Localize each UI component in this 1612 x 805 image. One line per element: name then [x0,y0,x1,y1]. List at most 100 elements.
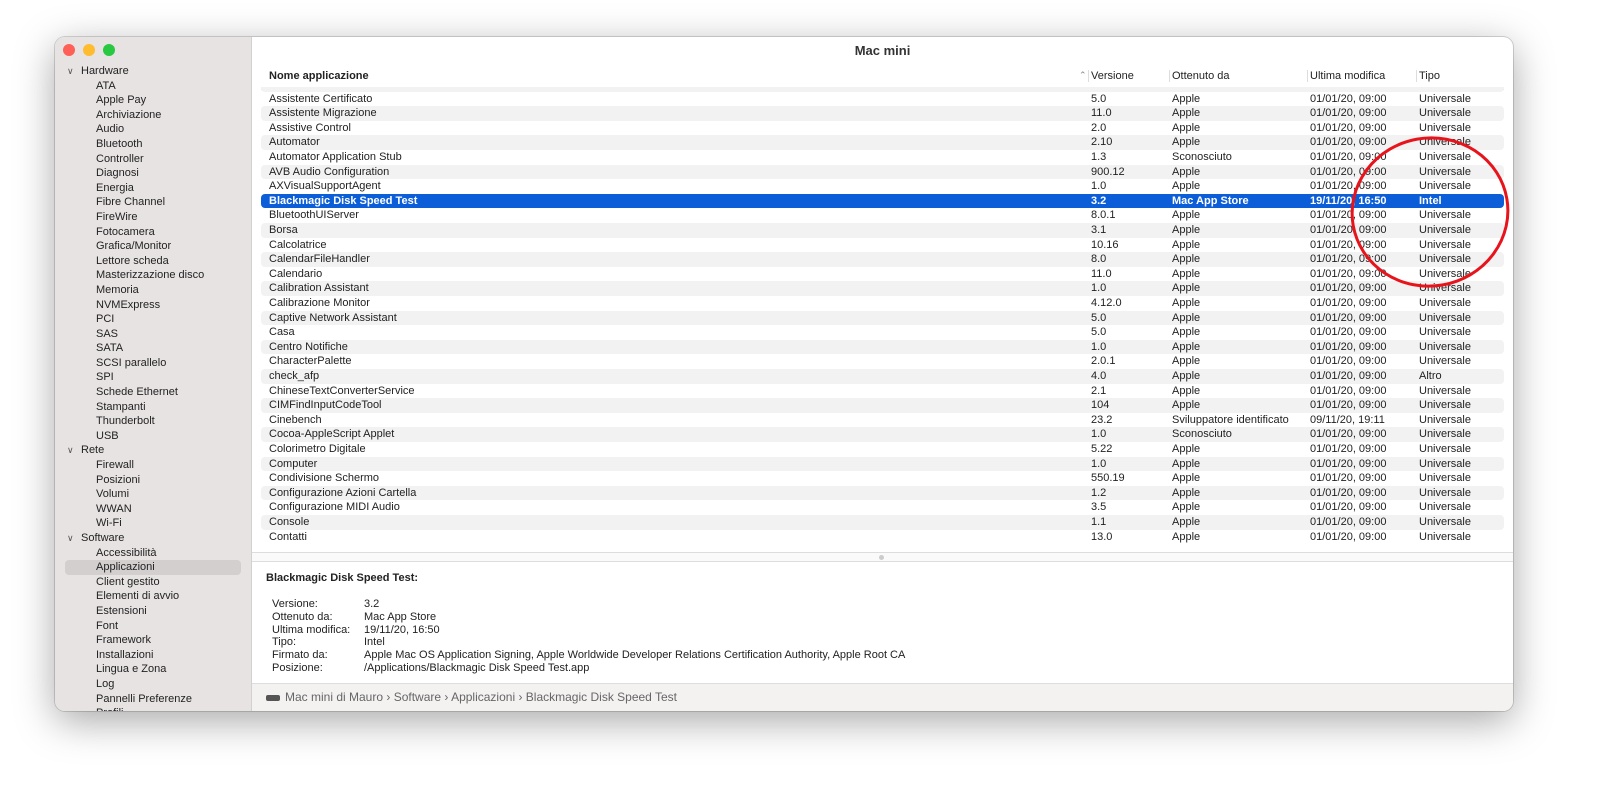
sidebar-item[interactable]: Applicazioni [65,560,241,575]
table-row[interactable]: Calcolatrice 10.16 Apple 01/01/20, 09:00 Uni… [261,238,1504,253]
sidebar-item[interactable]: SCSI parallelo [55,356,251,371]
sidebar-item[interactable]: Masterizzazione disco [55,268,251,283]
table-row[interactable]: Console 1.1 Apple 01/01/20, 09:00 Universale [261,515,1504,530]
sidebar-item[interactable]: Lingua e Zona [55,662,251,677]
sidebar-item[interactable]: Fotocamera [55,225,251,240]
column-header-modified[interactable]: Ultima modifica [1307,70,1385,82]
sidebar-item[interactable]: Elementi di avvio [55,589,251,604]
sidebar-item[interactable]: WWAN [55,502,251,517]
sidebar-item[interactable]: Log [55,677,251,692]
sidebar-item[interactable]: Apple Pay [55,93,251,108]
sidebar-item[interactable]: Firewall [55,458,251,473]
chevron-down-icon[interactable]: ∨ [67,531,81,546]
minimize-button[interactable] [83,44,95,56]
sidebar-item[interactable]: SAS [55,327,251,342]
table-row[interactable]: Calibration Assistant 1.0 Apple 01/01/20, 0… [261,281,1504,296]
sidebar-section-hardware[interactable]: ∨ Hardware [55,64,251,79]
sidebar-item[interactable]: Estensioni [55,604,251,619]
table-row-partial[interactable] [261,544,1504,552]
table-row[interactable]: BluetoothUIServer 8.0.1 Apple 01/01/20, 09:… [261,208,1504,223]
table-row[interactable]: Configurazione MIDI Audio 3.5 Apple 01/01/2… [261,500,1504,515]
table-row[interactable]: Blackmagic Disk Speed Test 3.2 Mac App Sto… [261,193,1504,209]
table-row[interactable]: Contatti 13.0 Apple 01/01/20, 09:00 Universa… [261,530,1504,545]
column-header-source[interactable]: Ottenuto da [1169,70,1230,82]
sidebar-item[interactable]: Schede Ethernet [55,385,251,400]
sidebar-item[interactable]: Font [55,619,251,634]
sidebar-item[interactable]: Installazioni [55,648,251,663]
table-row[interactable]: Assistente Migrazione 11.0 Apple 01/01/20, … [261,106,1504,121]
sidebar-item[interactable]: PCI [55,312,251,327]
table-row[interactable]: Casa 5.0 Apple 01/01/20, 09:00 Universale [261,325,1504,340]
sidebar-item[interactable]: ATA [55,79,251,94]
breadcrumb-item[interactable]: Mac mini di Mauro [285,690,383,704]
sidebar-item[interactable]: Profili [55,706,251,711]
sidebar-item[interactable]: Archiviazione [55,108,251,123]
table-row[interactable]: Automator 2.10 Apple 01/01/20, 09:00 Univers… [261,135,1504,150]
sidebar-item[interactable]: Grafica/Monitor [55,239,251,254]
sidebar-item[interactable]: Accessibilità [55,546,251,561]
sidebar-item[interactable]: Bluetooth [55,137,251,152]
breadcrumb-separator-icon: › [441,690,452,704]
sidebar-item[interactable]: Volumi [55,487,251,502]
sidebar-item[interactable]: Stampanti [55,400,251,415]
sidebar-item[interactable]: Memoria [55,283,251,298]
sidebar-item[interactable]: Fibre Channel [55,195,251,210]
sidebar-item[interactable]: Client gestito [55,575,251,590]
sidebar-section-software[interactable]: ∨ Software [55,531,251,546]
column-header-version[interactable]: Versione [1088,70,1134,82]
table-row[interactable]: Assistente Certificato 5.0 Apple 01/01/20, … [261,92,1504,107]
sidebar-item[interactable]: Pannelli Preferenze [55,692,251,707]
chevron-down-icon[interactable]: ∨ [67,443,81,458]
split-view-divider[interactable] [252,552,1513,562]
close-button[interactable] [63,44,75,56]
sidebar-item[interactable]: USB [55,429,251,444]
table-row[interactable]: Automator Application Stub 1.3 Sconosciuto… [261,150,1504,165]
sidebar-item[interactable]: Controller [55,152,251,167]
table-row[interactable]: Colorimetro Digitale 5.22 Apple 01/01/20, 0… [261,442,1504,457]
table-row[interactable]: Centro Notifiche 1.0 Apple 01/01/20, 09:00 U… [261,339,1504,355]
sidebar-item[interactable]: Wi-Fi [55,516,251,531]
table-row[interactable]: Cocoa-AppleScript Applet 1.0 Sconosciuto 01… [261,427,1504,442]
table-row[interactable]: CIMFindInputCodeTool 104 Apple 01/01/20, 09… [261,398,1504,413]
table-row[interactable]: AVB Audio Configuration 900.12 Apple 01/01/… [261,164,1504,180]
column-header-name[interactable]: Nome applicazione [269,70,369,82]
divider-handle[interactable] [879,555,884,560]
sidebar-item[interactable]: Energia [55,181,251,196]
table-row[interactable]: Configurazione Azioni Cartella 1.2 Apple 01… [261,485,1504,501]
breadcrumb-item[interactable]: Blackmagic Disk Speed Test [526,690,677,704]
table-row[interactable]: AXVisualSupportAgent 1.0 Apple 01/01/20, 09… [261,179,1504,194]
sidebar-item[interactable]: SPI [55,370,251,385]
sidebar-item[interactable]: FireWire [55,210,251,225]
sidebar-item[interactable]: Thunderbolt [55,414,251,429]
table-row[interactable]: Calibrazione Monitor 4.12.0 Apple 01/01/20,… [261,296,1504,311]
sidebar-list[interactable]: ∨ Hardware ATA Apple Pay Archiviazione Audio B… [55,64,251,711]
table-row[interactable]: ChineseTextConverterService 2.1 Apple 01/01… [261,384,1504,399]
cell-modified: 01/01/20, 09:00 [1310,136,1387,149]
table-row[interactable]: CalendarFileHandler 8.0 Apple 01/01/20, 09:… [261,252,1504,267]
table-row[interactable]: Computer 1.0 Apple 01/01/20, 09:00 Universal… [261,456,1504,472]
sidebar-item[interactable]: Posizioni [55,473,251,488]
table-row[interactable]: check_afp 4.0 Apple 01/01/20, 09:00 Altro [261,369,1504,384]
zoom-button[interactable] [103,44,115,56]
sidebar-item[interactable]: SATA [55,341,251,356]
table-row[interactable]: Cinebench 23.2 Sviluppatore identificato 09… [261,413,1504,428]
sidebar-item[interactable]: NVMExpress [55,298,251,313]
table-row[interactable]: Condivisione Schermo 550.19 Apple 01/01/20,… [261,471,1504,486]
table-row[interactable]: CharacterPalette 2.0.1 Apple 01/01/20, 09:0… [261,354,1504,369]
applications-table[interactable]: Assistente Certificato 5.0 Apple 01/01/20, … [261,87,1504,552]
table-row[interactable]: Borsa 3.1 Apple 01/01/20, 09:00 Universale [261,223,1504,238]
table-row[interactable]: Assistive Control 2.0 Apple 01/01/20, 09:00… [261,121,1504,136]
chevron-down-icon[interactable]: ∨ [67,64,81,79]
sidebar-section-rete[interactable]: ∨ Rete [55,443,251,458]
sidebar-item[interactable]: Audio [55,122,251,137]
sidebar-item[interactable]: Diagnosi [55,166,251,181]
sort-ascending-icon[interactable]: ⌃ [1079,70,1087,81]
sidebar-item[interactable]: Lettore scheda [55,254,251,269]
column-header-type[interactable]: Tipo [1416,70,1440,82]
table-row[interactable]: Calendario 11.0 Apple 01/01/20, 09:00 Univer… [261,267,1504,282]
sidebar-item[interactable]: Framework [55,633,251,648]
table-row[interactable]: Captive Network Assistant 5.0 Apple 01/01/2… [261,310,1504,326]
cell-version: 8.0.1 [1091,209,1116,222]
breadcrumb-item[interactable]: Applicazioni [451,690,515,704]
breadcrumb-item[interactable]: Software [394,690,441,704]
